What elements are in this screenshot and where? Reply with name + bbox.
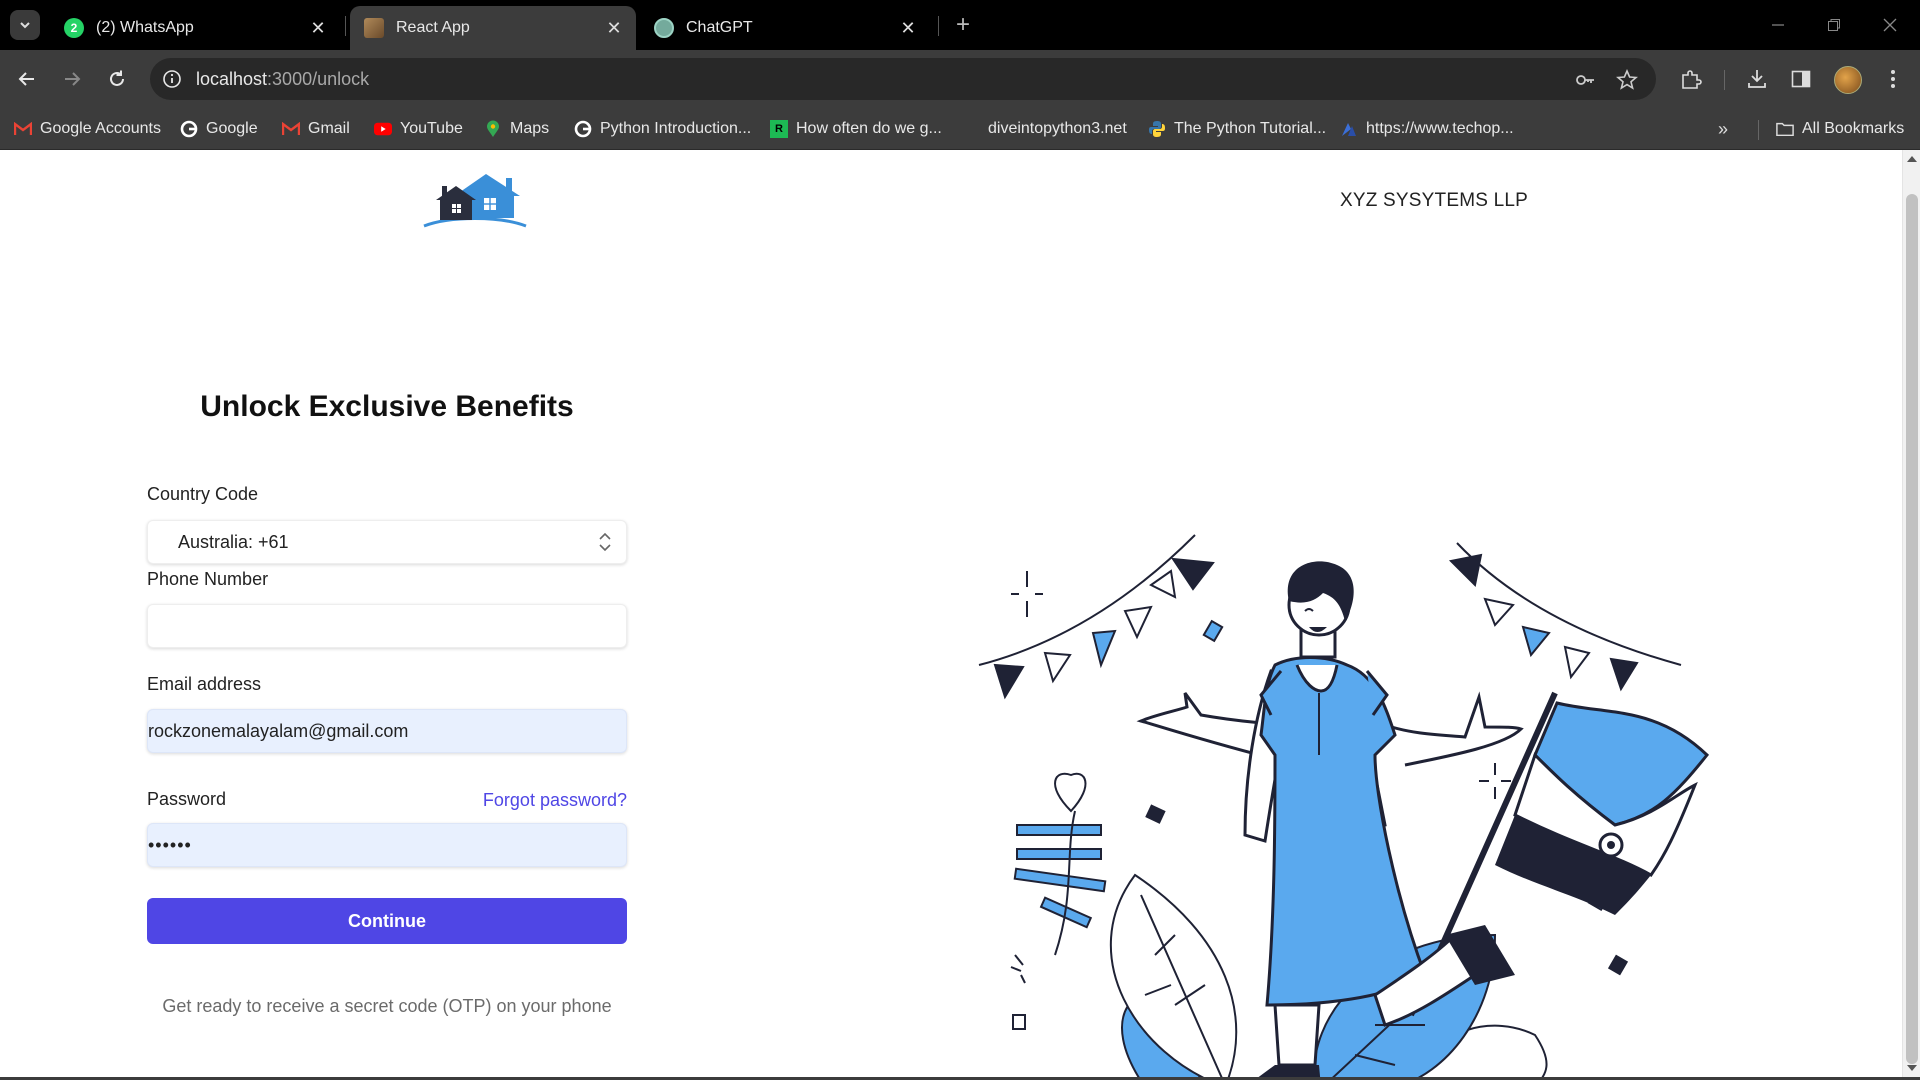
bookmark-youtube[interactable]: YouTube [374, 118, 463, 140]
bookmark-maps[interactable]: Maps [484, 118, 549, 140]
country-code-label: Country Code [147, 484, 259, 504]
python-icon [1148, 120, 1166, 138]
address-bar[interactable]: localhost:3000/unlock [150, 58, 1656, 100]
restore-icon [1828, 19, 1840, 31]
arrow-left-icon [18, 72, 34, 86]
google-icon [574, 120, 592, 138]
folder-icon [1776, 120, 1794, 138]
minimize-icon [1772, 24, 1784, 26]
close-icon[interactable]: ✕ [604, 18, 624, 38]
side-panel-button[interactable] [1788, 66, 1814, 92]
bookmark-how-often[interactable]: R How often do we g... [770, 118, 942, 140]
bookmark-python-tutorial[interactable]: The Python Tutorial... [1148, 118, 1326, 140]
page-viewport: XYZ SYSYTEMS LLP Unlock Exclusive Benefi… [0, 150, 1902, 1077]
gmail-icon [14, 120, 32, 138]
star-icon[interactable] [1616, 69, 1638, 91]
restore-button[interactable] [1814, 10, 1854, 40]
browser-toolbar: localhost:3000/unlock [0, 50, 1920, 108]
bookmark-python-introduction[interactable]: Python Introduction... [574, 118, 751, 140]
tab-title: ChatGPT [686, 19, 753, 36]
country-code-select[interactable]: Australia: +61 [147, 520, 627, 564]
gmail-icon [282, 120, 300, 138]
bookmarks-divider [1758, 120, 1759, 140]
reload-button[interactable] [102, 64, 132, 94]
tab-divider [345, 16, 346, 36]
password-input[interactable]: •••••• [147, 823, 627, 867]
email-value: rockzonemalayalam@gmail.com [148, 721, 409, 741]
tab-divider [938, 16, 939, 36]
tab-strip: 2 (2) WhatsApp ✕ React App ✕ ChatGPT ✕ + [0, 0, 1920, 50]
maps-icon [484, 120, 502, 138]
bookmark-gmail[interactable]: Gmail [282, 118, 350, 140]
tab-whatsapp[interactable]: 2 (2) WhatsApp ✕ [50, 6, 340, 50]
url-text: localhost:3000/unlock [196, 69, 370, 89]
email-input[interactable]: rockzonemalayalam@gmail.com [147, 709, 627, 753]
bookmarks-bar: Google Accounts Google Gmail YouTube Map… [0, 108, 1920, 150]
phone-number-label: Phone Number [147, 569, 269, 589]
bookmark-google-accounts[interactable]: Google Accounts [14, 118, 161, 140]
download-icon [1748, 70, 1766, 88]
back-button[interactable] [12, 64, 42, 94]
bookmark-diveintopython3[interactable]: diveintopython3.net [988, 118, 1127, 140]
arrow-right-icon [65, 72, 81, 86]
chatgpt-icon [654, 18, 674, 38]
email-label: Email address [147, 674, 262, 694]
techop-icon [1340, 120, 1358, 138]
page-title: Unlock Exclusive Benefits [200, 390, 574, 423]
tab-search-button[interactable] [10, 10, 40, 40]
tab-title: (2) WhatsApp [96, 19, 194, 36]
menu-button[interactable] [1880, 66, 1906, 92]
chevron-down-icon [20, 22, 30, 29]
puzzle-icon [1682, 70, 1702, 89]
close-icon[interactable]: ✕ [308, 18, 328, 38]
info-icon[interactable] [162, 69, 182, 89]
react-app-icon [364, 18, 384, 38]
key-icon[interactable] [1574, 69, 1596, 91]
forgot-password-link[interactable]: Forgot password? [483, 790, 627, 811]
bookmark-google[interactable]: Google [180, 118, 258, 140]
forward-button[interactable] [57, 64, 87, 94]
tab-react-app[interactable]: React App ✕ [350, 6, 636, 50]
password-label: Password [147, 789, 227, 809]
toolbar-divider [1724, 70, 1725, 90]
kebab-menu-icon [1891, 70, 1895, 88]
scrollbar-thumb[interactable] [1906, 194, 1918, 1064]
profile-avatar[interactable] [1834, 66, 1862, 94]
reload-icon [110, 70, 124, 86]
house-logo-icon [423, 174, 527, 228]
close-window-button[interactable] [1870, 10, 1910, 40]
tab-chatgpt[interactable]: ChatGPT ✕ [640, 6, 930, 50]
minimize-button[interactable] [1758, 10, 1798, 40]
password-value: •••••• [148, 835, 192, 855]
all-bookmarks-button[interactable]: All Bookmarks [1776, 118, 1904, 140]
youtube-icon [374, 120, 392, 138]
celebration-illustration [978, 534, 1710, 1077]
rk-icon: R [770, 120, 788, 138]
google-icon [180, 120, 198, 138]
country-code-value: Australia: +61 [178, 532, 289, 552]
phone-number-input[interactable] [147, 604, 627, 648]
extensions-button[interactable] [1678, 66, 1704, 92]
bookmarks-overflow-button[interactable]: » [1718, 118, 1728, 140]
new-tab-button[interactable]: + [950, 11, 976, 38]
close-icon [1883, 18, 1897, 32]
whatsapp-icon: 2 [64, 18, 84, 38]
close-icon[interactable]: ✕ [898, 18, 918, 38]
otp-hint-text: Get ready to receive a secret code (OTP)… [162, 996, 612, 1016]
side-panel-icon [1791, 70, 1811, 88]
continue-button[interactable]: Continue [147, 898, 627, 944]
double-chevron-right-icon: » [1718, 118, 1729, 139]
bookmark-techop[interactable]: https://www.techop... [1340, 118, 1514, 140]
scroll-up-icon[interactable] [1907, 156, 1917, 162]
tab-title: React App [396, 19, 470, 36]
company-name: XYZ SYSYTEMS LLP [1340, 190, 1528, 211]
select-chevron-icon [599, 532, 611, 552]
scroll-down-icon[interactable] [1907, 1065, 1917, 1071]
page-scrollbar[interactable] [1902, 150, 1920, 1077]
downloads-button[interactable] [1744, 66, 1770, 92]
